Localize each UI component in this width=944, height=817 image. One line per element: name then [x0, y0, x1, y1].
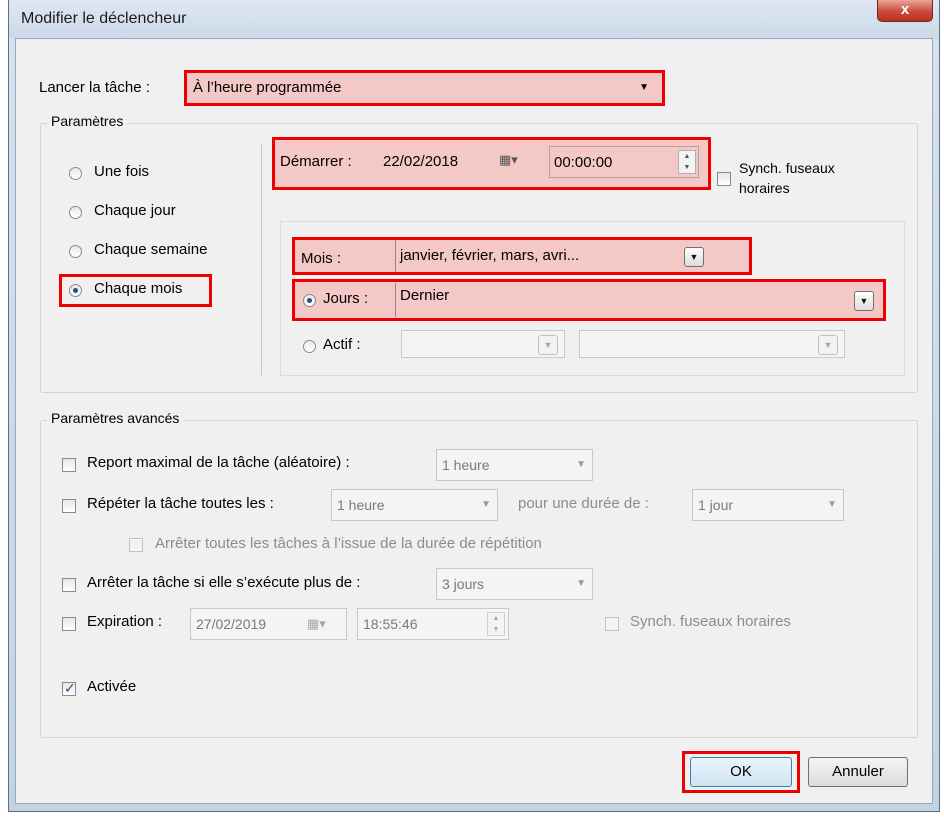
dialog-window: Modifier le déclencheur x Lancer la tâch… — [8, 0, 940, 812]
radio-chaque-mois[interactable] — [69, 284, 82, 297]
active-label: Actif : — [323, 336, 361, 353]
cancel-button[interactable]: Annuler — [808, 757, 908, 787]
radio-une-fois-label: Une fois — [94, 163, 150, 180]
days-select-value: Dernier — [400, 287, 450, 304]
chevron-down-icon: ▼ — [576, 459, 586, 470]
dialog-client: Lancer la tâche : À l’heure programmée ▼… — [15, 38, 933, 804]
active-day-select[interactable]: ▼ — [579, 330, 845, 358]
months-label: Mois : — [301, 250, 342, 267]
enabled-label: Activée — [87, 678, 137, 695]
months-select-value: janvier, février, mars, avri... — [400, 247, 580, 264]
repeat-select-value: 1 heure — [337, 497, 385, 513]
radio-chaque-jour[interactable] — [69, 206, 82, 219]
delay-select[interactable]: 1 heure ▼ — [436, 449, 593, 481]
window-title: Modifier le déclencheur — [21, 10, 187, 27]
delay-select-value: 1 heure — [442, 457, 490, 473]
sync-timezone-label-2: horaires — [739, 180, 790, 196]
advanced-title: Paramètres avancés — [47, 410, 184, 426]
stop-if-select-value: 3 jours — [442, 576, 485, 592]
close-button[interactable]: x — [877, 0, 933, 22]
expiration-date-field[interactable]: 27/02/2019 ▦▾ — [190, 608, 347, 640]
radio-actif[interactable] — [303, 340, 316, 353]
chevron-down-icon: ▼ — [854, 291, 874, 311]
parametres-title: Paramètres — [47, 113, 128, 129]
chevron-down-icon: ▼ — [481, 499, 491, 510]
chevron-down-icon: ▼ — [639, 82, 649, 93]
chevron-down-icon: ▼ — [576, 578, 586, 589]
calendar-icon[interactable]: ▦▾ — [499, 152, 518, 168]
duration-label: pour une durée de : — [518, 495, 649, 512]
title-bar: Modifier le déclencheur x — [9, 0, 939, 38]
enabled-checkbox[interactable]: ✓ — [62, 680, 76, 696]
chevron-down-icon: ▼ — [538, 335, 558, 355]
duration-select[interactable]: 1 jour ▼ — [692, 489, 844, 521]
delay-label: Report maximal de la tâche (aléatoire) : — [87, 454, 350, 471]
chevron-down-icon: ▼ — [818, 335, 838, 355]
start-time-field[interactable]: 00:00:00 ▲ ▼ — [549, 146, 699, 178]
expiration-checkbox[interactable] — [62, 617, 76, 631]
sync-timezone-checkbox[interactable] — [717, 172, 731, 186]
parametres-divider — [261, 143, 262, 375]
start-label: Démarrer : — [280, 153, 352, 170]
sync-timezone-label-1: Synch. fuseaux — [739, 160, 835, 176]
time-spinner-icon[interactable]: ▲ ▼ — [678, 150, 696, 174]
start-time-value: 00:00:00 — [554, 154, 613, 171]
stop-if-label: Arrêter la tâche si elle s’exécute plus … — [87, 574, 361, 591]
days-select[interactable]: Dernier ▼ — [395, 283, 881, 317]
months-select[interactable]: janvier, février, mars, avri... ▼ — [395, 240, 744, 272]
stop-if-select[interactable]: 3 jours ▼ — [436, 568, 593, 600]
expiration-time-field[interactable]: 18:55:46 ▲ ▼ — [357, 608, 509, 640]
calendar-icon[interactable]: ▦▾ — [307, 609, 326, 639]
radio-chaque-jour-label: Chaque jour — [94, 202, 176, 219]
repeat-checkbox[interactable] — [62, 499, 76, 513]
launch-select-value: À l’heure programmée — [193, 79, 342, 96]
expiration-sync-checkbox[interactable] — [605, 617, 619, 631]
time-spinner-icon[interactable]: ▲ ▼ — [487, 612, 505, 636]
launch-label: Lancer la tâche : — [39, 79, 150, 96]
radio-chaque-semaine-label: Chaque semaine — [94, 241, 208, 258]
stop-all-label: Arrêter toutes les tâches à l’issue de l… — [155, 535, 542, 552]
repeat-label: Répéter la tâche toutes les : — [87, 495, 274, 512]
active-week-select[interactable]: ▼ — [401, 330, 565, 358]
launch-select[interactable]: À l’heure programmée ▼ — [193, 76, 655, 100]
delay-checkbox[interactable] — [62, 458, 76, 472]
expiration-sync-label: Synch. fuseaux horaires — [630, 613, 791, 630]
duration-select-value: 1 jour — [698, 497, 734, 513]
chevron-down-icon: ▼ — [684, 247, 704, 267]
expiration-date-value: 27/02/2019 — [196, 616, 267, 632]
close-icon: x — [900, 1, 910, 18]
repeat-select[interactable]: 1 heure ▼ — [331, 489, 498, 521]
days-label: Jours : — [323, 290, 369, 307]
radio-jours[interactable] — [303, 294, 316, 307]
expiration-time-value: 18:55:46 — [363, 616, 418, 632]
stop-if-checkbox[interactable] — [62, 578, 76, 592]
expiration-label: Expiration : — [87, 613, 163, 630]
start-date-field[interactable]: 22/02/2018 — [383, 153, 458, 170]
checkmark-icon: ✓ — [64, 680, 76, 696]
radio-chaque-mois-label: Chaque mois — [94, 280, 183, 297]
stop-all-checkbox[interactable] — [129, 538, 143, 552]
radio-une-fois[interactable] — [69, 167, 82, 180]
radio-chaque-semaine[interactable] — [69, 245, 82, 258]
chevron-down-icon: ▼ — [827, 499, 837, 510]
ok-button[interactable]: OK — [690, 757, 792, 787]
